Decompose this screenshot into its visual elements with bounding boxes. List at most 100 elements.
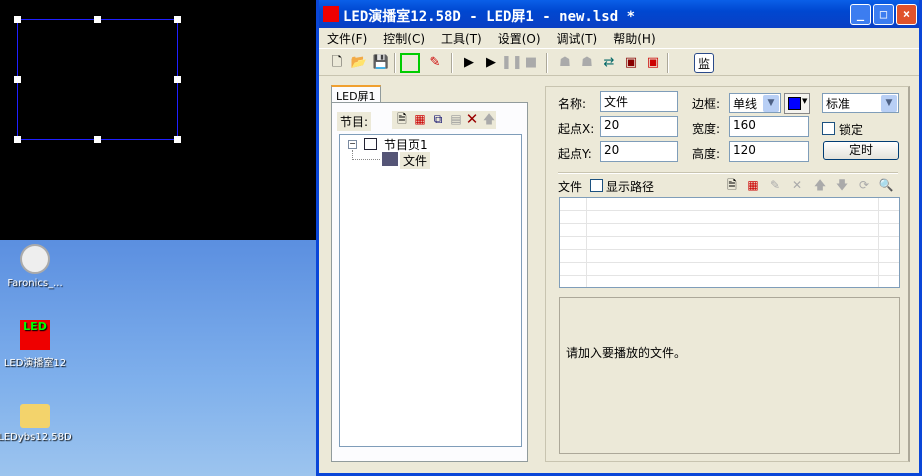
disconnect-icon[interactable]: ☗ [577,53,597,73]
program-panel: 节目: 🗎 ▦ ⧉ ▤ ✕ 🡅 − 节目页1 文件 [331,102,528,462]
show-path-checkbox[interactable] [590,179,603,192]
resize-handle[interactable] [14,16,21,23]
close-button[interactable]: × [896,4,917,25]
page-icon [364,138,377,150]
network-icon[interactable]: ⇄ [599,53,619,73]
menu-debug[interactable]: 调试(T) [549,28,606,47]
edit-file-icon[interactable]: ✎ [767,177,783,193]
open-folder-icon[interactable]: 📂 [349,53,369,73]
led-app-icon: LED [20,320,50,350]
connect-icon[interactable]: ☗ [555,53,575,73]
maximize-button[interactable]: □ [873,4,894,25]
collapse-icon[interactable]: − [348,140,357,149]
polar-bear-icon [20,244,50,274]
lock-screen-icon[interactable]: ▣ [621,53,641,73]
play-icon[interactable]: ▶ [459,53,479,73]
lock-checkbox[interactable] [822,122,835,135]
file-list[interactable] [559,197,900,288]
properties-panel: 名称: 文件 起点X: 20 起点Y: 20 边框: 单线 ▼ ▼ 宽度: 16… [545,86,910,462]
width-input[interactable]: 160 [729,116,809,137]
color-swatch [788,97,801,110]
style-value: 标准 [826,97,851,111]
desktop-icon-folder[interactable]: LEDybs12.58D [0,400,80,443]
new-file-icon[interactable]: 🗋 [327,53,347,73]
add-page-icon[interactable]: 🗎 [394,111,410,127]
resize-handle[interactable] [94,16,101,23]
add-media-icon[interactable]: ▦ [745,177,761,193]
name-input[interactable]: 文件 [600,91,678,112]
refresh-icon[interactable]: ⟳ [856,177,872,193]
folder-icon [20,404,50,428]
tree-item-page[interactable]: 节目页1 [384,136,428,153]
tab-led-screen-1[interactable]: LED屏1 [331,85,381,103]
files-label: 文件 [558,180,583,194]
window-title: LED演播室12.58D - LED屏1 - new.lsd * [343,9,636,25]
hint-text: 请加入要播放的文件。 [566,346,687,360]
move-down-icon[interactable]: 🡇 [834,177,850,193]
app-window: LED演播室12.58D - LED屏1 - new.lsd * _ □ × 文… [316,0,922,476]
menu-file[interactable]: 文件(F) [319,28,375,47]
resize-handle[interactable] [174,16,181,23]
style-select[interactable]: 标准 ▼ [822,93,899,113]
resize-handle[interactable] [174,76,181,83]
height-input[interactable]: 120 [729,141,809,162]
toolbar: 🗋 📂 💾 ✎ ▶ ▶ ❚❚ ■ ☗ ☗ ⇄ ▣ ▣ 监 [319,48,919,76]
stop-icon[interactable]: ■ [521,53,541,73]
screen-grid-icon[interactable] [400,53,420,73]
program-label: 节目: [337,112,372,131]
message-area: 请加入要播放的文件。 [559,297,900,454]
program-tree: − 节目页1 文件 [339,134,522,447]
show-path-label: 显示路径 [606,180,655,194]
border-select[interactable]: 单线 ▼ [729,93,781,113]
menu-control[interactable]: 控制(C) [375,28,433,47]
border-value: 单线 [733,97,758,111]
width-label: 宽度: [692,122,721,136]
desktop-icon-led[interactable]: LED LED演播室12 [0,320,80,369]
chevron-down-icon[interactable]: ▼ [881,95,897,112]
border-label: 边框: [692,97,721,111]
delete-file-icon[interactable]: ✕ [789,177,805,193]
move-up-icon[interactable]: 🡅 [812,177,828,193]
add-file-icon[interactable]: 🗎 [724,177,740,193]
menu-bar: 文件(F) 控制(C) 工具(T) 设置(O) 调试(T) 帮助(H) [319,28,919,47]
x-label: 起点X: [558,122,595,136]
selection-rectangle[interactable] [14,16,181,143]
desktop-icon-faronics[interactable]: Faronics_... [0,244,80,289]
menu-help[interactable]: 帮助(H) [605,28,663,47]
edit-icon[interactable]: ✎ [425,53,445,73]
x-input[interactable]: 20 [600,116,678,137]
menu-tools[interactable]: 工具(T) [433,28,490,47]
move-up-icon[interactable]: 🡅 [481,111,497,127]
resize-handle[interactable] [94,136,101,143]
screen-off-icon[interactable]: ▣ [643,53,663,73]
resize-handle[interactable] [14,76,21,83]
desktop: Faronics_... LED LED演播室12 LEDybs12.58D [0,240,316,476]
chevron-down-icon[interactable]: ▼ [763,95,779,112]
copy-icon[interactable]: ⧉ [430,111,446,127]
border-color-button[interactable]: ▼ [784,93,810,114]
name-label: 名称: [558,97,587,111]
lock-label: 锁定 [839,123,864,137]
search-icon[interactable]: 🔍 [878,177,894,193]
height-label: 高度: [692,147,721,161]
menu-settings[interactable]: 设置(O) [490,28,549,47]
file-window-icon [382,152,398,166]
paste-icon[interactable]: ▤ [448,111,464,127]
resize-handle[interactable] [14,136,21,143]
y-input[interactable]: 20 [600,141,678,162]
save-icon[interactable]: 💾 [371,53,391,73]
resize-handle[interactable] [174,136,181,143]
pause-icon[interactable]: ❚❚ [501,53,523,73]
app-icon [323,6,339,22]
y-label: 起点Y: [558,147,592,161]
minimize-button[interactable]: _ [850,4,871,25]
timer-button[interactable]: 定时 [823,141,899,160]
monitor-button[interactable]: 监 [694,53,714,73]
delete-icon[interactable]: ✕ [464,111,480,127]
dropdown-arrow-icon: ▼ [802,97,808,105]
play-step-icon[interactable]: ▶ [481,53,501,73]
title-bar[interactable]: LED演播室12.58D - LED屏1 - new.lsd * _ □ × [319,0,919,28]
add-window-icon[interactable]: ▦ [412,111,428,127]
tree-item-file[interactable]: 文件 [400,152,431,169]
program-toolbar: 🗎 ▦ ⧉ ▤ ✕ 🡅 [392,111,496,129]
